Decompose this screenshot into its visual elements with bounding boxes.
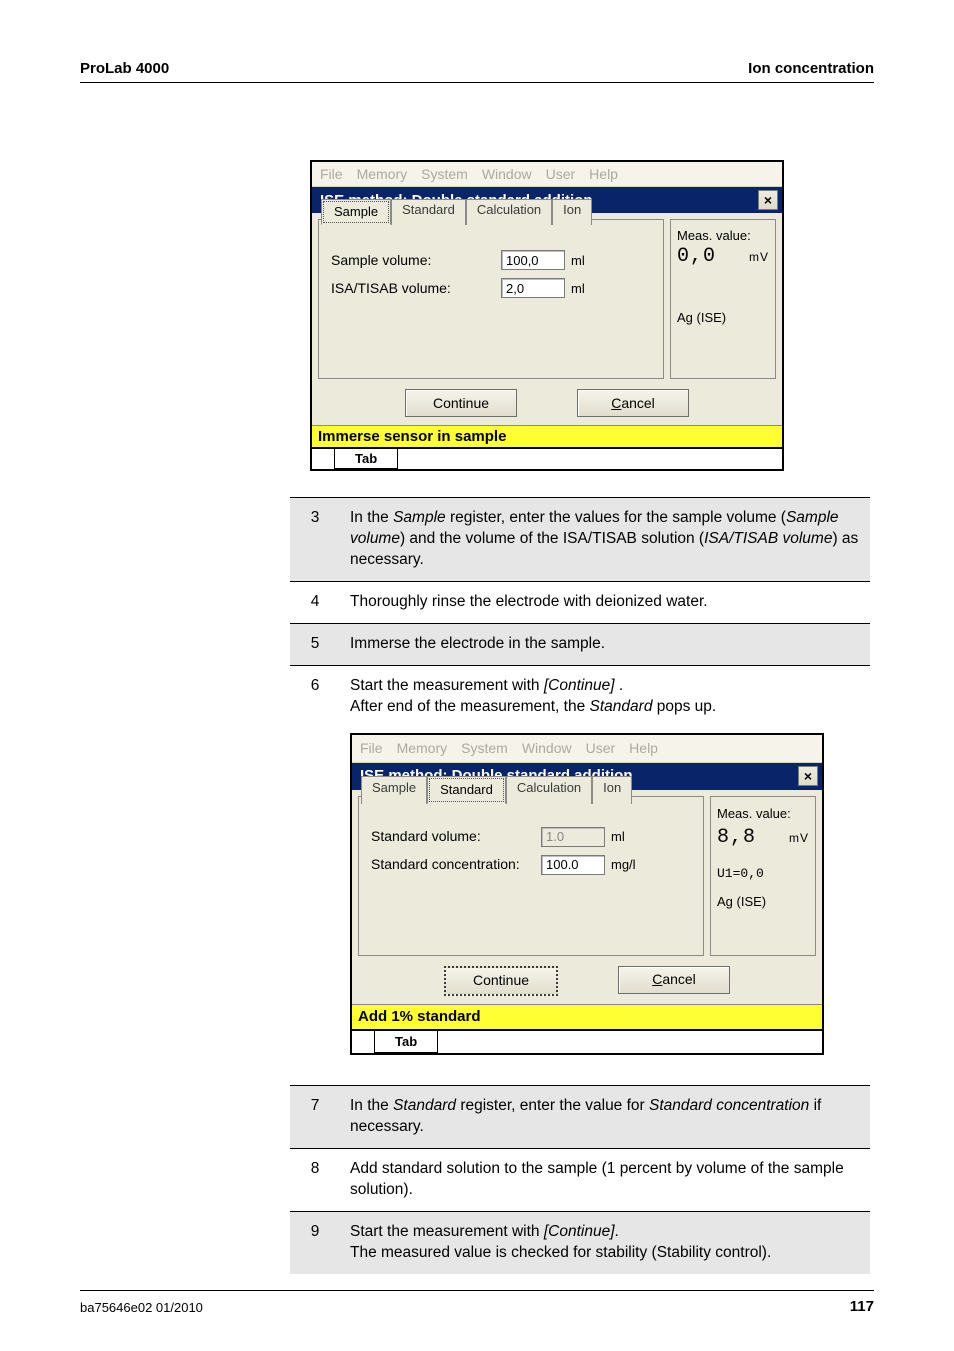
tab-panel-sample: Sample Standard Calculation Ion Sample v… [318,219,664,379]
meas-label-2: Meas. value: [717,805,809,823]
std-volume-unit: ml [611,828,625,846]
step-num-6: 6 [290,665,340,1065]
cancel-button[interactable]: Cancel [577,389,689,417]
step-9: Start the measurement with [Continue].Th… [340,1212,870,1274]
footer-rule [80,1290,874,1291]
continue-button[interactable]: Continue [405,389,517,417]
app-window-2: File Memory System Window User Help ISE … [350,733,824,1055]
menu-window-2[interactable]: Window [522,739,572,758]
step-5: Immerse the electrode in the sample. [340,623,870,665]
meas-unit-2: mV [789,830,809,846]
status-bar: Immerse sensor in sample [312,425,782,447]
step-num-3: 3 [290,498,340,582]
tab-ion-2[interactable]: Ion [592,776,632,805]
step-7: In the Standard register, enter the valu… [340,1086,870,1149]
doc-header-right: Ion concentration [748,60,874,77]
sample-volume-unit: ml [571,253,585,268]
meas-value-2: 8,8 [717,824,756,851]
std-volume-input [541,827,605,847]
outer-tabstrip: Tab [312,447,782,469]
step-3: In the Sample register, enter the values… [340,498,870,582]
tab-sample[interactable]: Sample [323,201,389,223]
tab-standard-2[interactable]: Standard [429,778,504,803]
step-num-4: 4 [290,581,340,623]
header-rule [80,82,874,83]
steps-table-b: 7 In the Standard register, enter the va… [290,1085,870,1274]
outer-tab[interactable]: Tab [334,449,398,469]
isa-volume-input[interactable] [501,278,565,298]
meas-label: Meas. value: [677,228,769,243]
app-window-1: File Memory System Window User Help ISE … [310,160,784,471]
step-4: Thoroughly rinse the electrode with deio… [340,581,870,623]
sample-volume-label: Sample volume: [331,252,501,268]
tab-panel-standard: Sample Standard Calculation Ion Standard… [358,796,704,956]
meas-value: 0,0 [677,245,716,268]
menu-window[interactable]: Window [482,166,532,182]
page-number: 117 [850,1298,874,1315]
isa-volume-unit: ml [571,281,585,296]
continue-button-2[interactable]: Continue [444,966,558,996]
menu-user-2[interactable]: User [586,739,616,758]
footer-left: ba75646e02 01/2010 [80,1300,203,1315]
isa-volume-label: ISA/TISAB volume: [331,280,501,296]
menu-memory-2[interactable]: Memory [397,739,448,758]
tab-calculation[interactable]: Calculation [466,199,552,225]
status-bar-2: Add 1% standard [352,1004,822,1029]
step-num-8: 8 [290,1149,340,1212]
menu-file-2[interactable]: File [360,739,383,758]
std-conc-unit: mg/l [611,856,636,874]
tab-ion[interactable]: Ion [552,199,592,225]
tab-calculation-2[interactable]: Calculation [506,776,592,805]
menubar: File Memory System Window User Help [312,162,782,187]
step-num-7: 7 [290,1086,340,1149]
step-6: Start the measurement with [Continue] . … [340,665,870,1065]
close-icon[interactable]: × [758,190,778,210]
step-num-9: 9 [290,1212,340,1274]
menu-memory[interactable]: Memory [357,166,408,182]
std-conc-label: Standard concentration: [371,855,541,874]
tab-sample-2[interactable]: Sample [361,776,427,805]
doc-header-left: ProLab 4000 [80,60,169,77]
close-icon-2[interactable]: × [798,766,818,786]
menu-system[interactable]: System [421,166,468,182]
step-num-5: 5 [290,623,340,665]
step-8: Add standard solution to the sample (1 p… [340,1149,870,1212]
meas-panel: Meas. value: 0,0 mV Ag (ISE) [670,219,776,379]
steps-table-a: 3 In the Sample register, enter the valu… [290,497,870,1065]
outer-tab-2[interactable]: Tab [374,1031,438,1054]
std-conc-input[interactable] [541,855,605,875]
std-volume-label: Standard volume: [371,827,541,846]
ag-ise: Ag (ISE) [677,310,769,325]
menu-help[interactable]: Help [589,166,618,182]
menu-help-2[interactable]: Help [629,739,658,758]
ag-ise-2: Ag (ISE) [717,893,809,911]
meas-unit: mV [749,250,769,264]
sample-volume-input[interactable] [501,250,565,270]
menu-system-2[interactable]: System [461,739,508,758]
menu-file[interactable]: File [320,166,343,182]
menubar-2: File Memory System Window User Help [352,735,822,763]
menu-user[interactable]: User [546,166,576,182]
cancel-button-2[interactable]: Cancel [618,966,730,994]
meas-panel-2: Meas. value: 8,8 mV U1=0,0 Ag (ISE) [710,796,816,956]
tab-standard[interactable]: Standard [391,199,466,225]
u1-value: U1=0,0 [717,865,809,883]
